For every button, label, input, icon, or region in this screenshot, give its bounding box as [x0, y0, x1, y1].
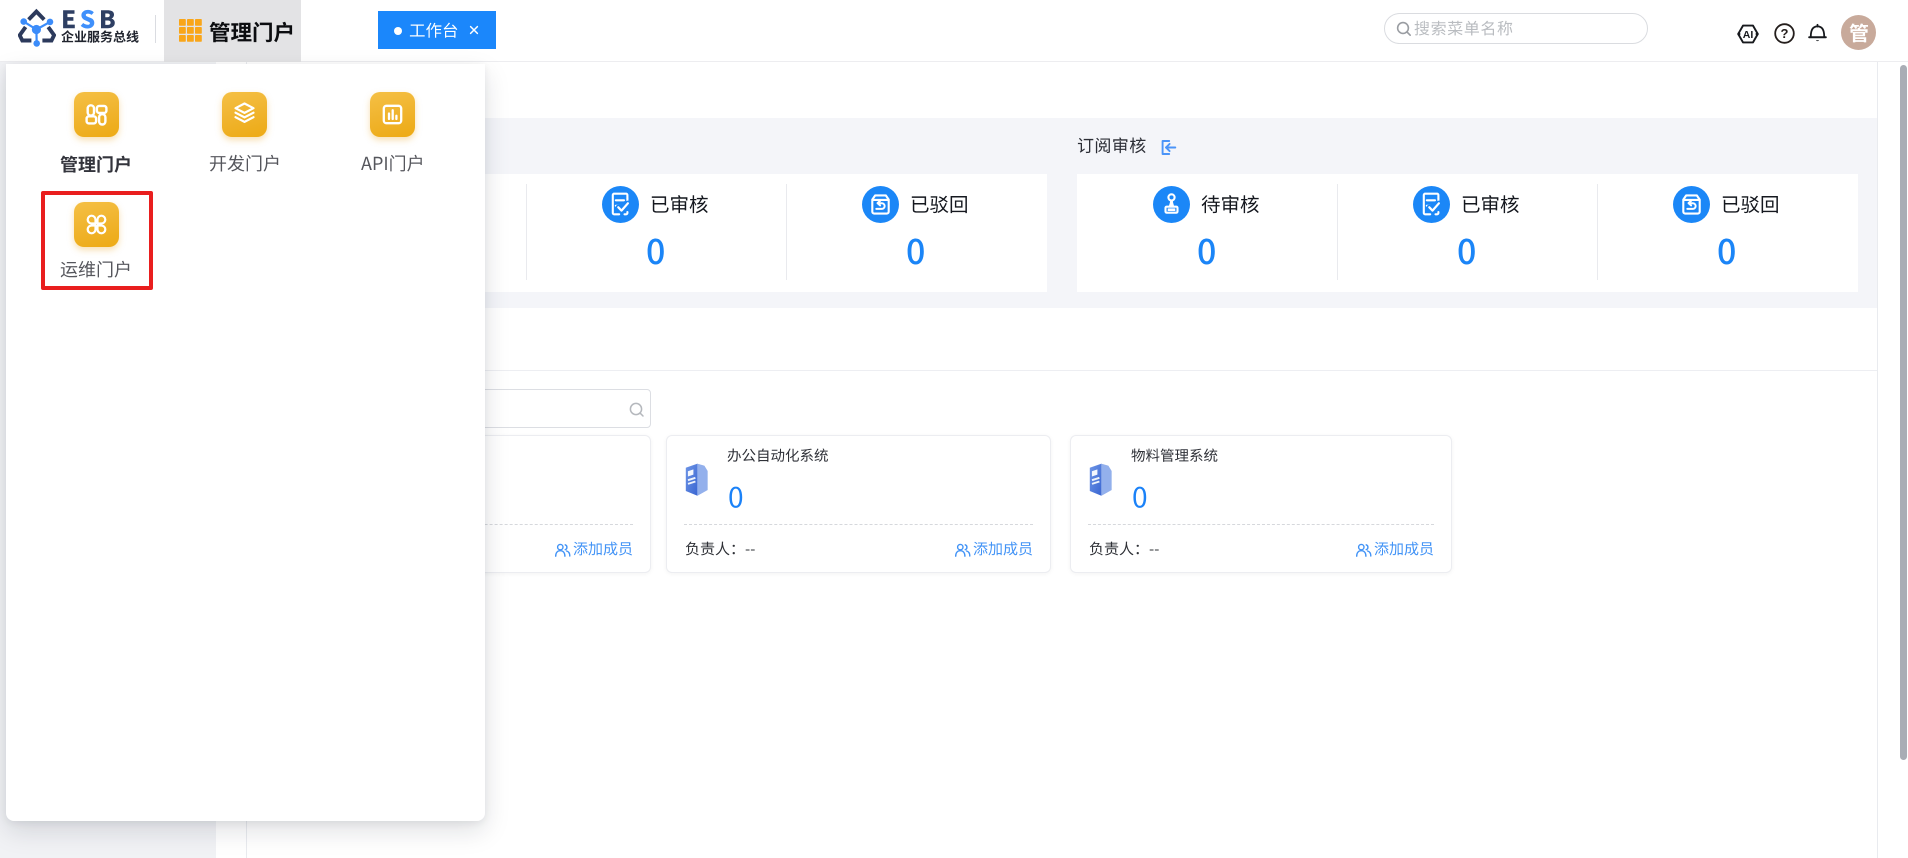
svg-text:?: ? — [1780, 26, 1788, 41]
svg-text:AI: AI — [1742, 28, 1753, 40]
